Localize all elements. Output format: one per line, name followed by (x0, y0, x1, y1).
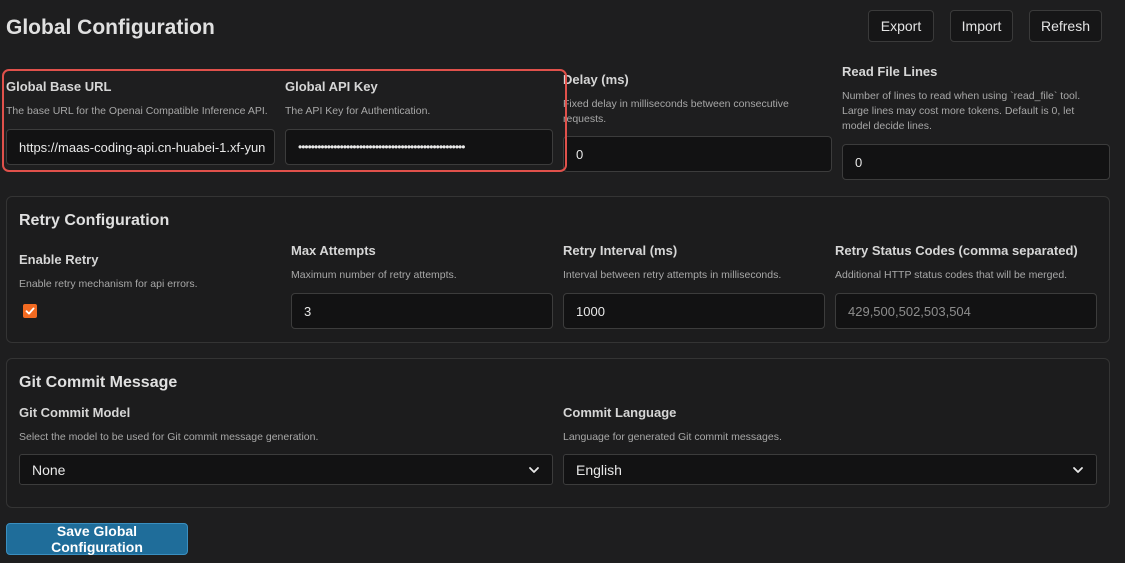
page-title: Global Configuration (6, 16, 215, 39)
highlight-box (2, 69, 567, 172)
commit-language-description: Language for generated Git commit messag… (563, 431, 782, 443)
enable-retry-label: Enable Retry (19, 252, 99, 267)
max-attempts-label: Max Attempts (291, 243, 376, 258)
refresh-button[interactable]: Refresh (1029, 10, 1102, 42)
retry-interval-description: Interval between retry attempts in milli… (563, 269, 782, 281)
git-commit-model-value: None (32, 461, 66, 478)
git-commit-model-description: Select the model to be used for Git comm… (19, 431, 319, 443)
save-global-configuration-button[interactable]: Save Global Configuration (6, 523, 188, 555)
retry-interval-input[interactable]: 1000 (563, 293, 825, 329)
read-file-lines-input[interactable]: 0 (842, 144, 1110, 180)
read-file-lines-description: Number of lines to read when using `read… (842, 90, 1081, 132)
retry-interval-label: Retry Interval (ms) (563, 243, 678, 258)
commit-language-select[interactable]: English (563, 454, 1097, 485)
checkmark-icon (25, 307, 35, 315)
max-attempts-description: Maximum number of retry attempts. (291, 269, 457, 281)
enable-retry-checkbox[interactable] (23, 304, 37, 318)
commit-language-label: Commit Language (563, 405, 677, 420)
read-file-lines-label: Read File Lines (842, 64, 938, 79)
git-commit-section-title: Git Commit Message (19, 374, 178, 391)
max-attempts-input[interactable]: 3 (291, 293, 553, 329)
retry-status-codes-input[interactable]: 429,500,502,503,504 (835, 293, 1097, 329)
delay-label: Delay (ms) (563, 72, 629, 87)
enable-retry-description: Enable retry mechanism for api errors. (19, 278, 198, 290)
chevron-down-icon (529, 466, 539, 473)
import-button[interactable]: Import (950, 10, 1013, 42)
delay-input[interactable]: 0 (563, 136, 832, 172)
git-commit-model-label: Git Commit Model (19, 405, 131, 420)
git-commit-model-select[interactable]: None (19, 454, 553, 485)
export-button[interactable]: Export (868, 10, 934, 42)
commit-language-value: English (576, 461, 622, 478)
retry-status-codes-description: Additional HTTP status codes that will b… (835, 269, 1068, 281)
delay-description: Fixed delay in milliseconds between cons… (563, 98, 789, 125)
retry-status-codes-label: Retry Status Codes (comma separated) (835, 243, 1078, 258)
chevron-down-icon (1073, 466, 1083, 473)
retry-section-title: Retry Configuration (19, 212, 170, 229)
